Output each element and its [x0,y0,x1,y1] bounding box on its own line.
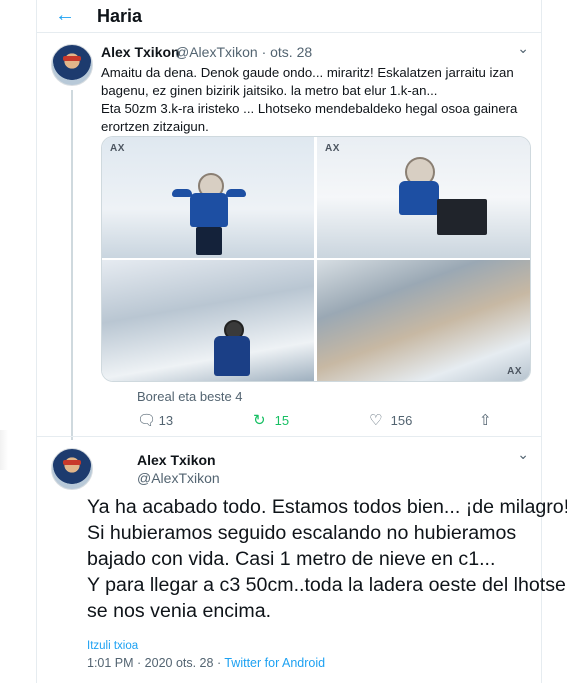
tagged-people[interactable]: Boreal eta beste 4 [137,389,243,404]
tweet-text-line: Ya ha acabado todo. Estamos todos bien..… [87,496,567,518]
thread-column: ← Haria Alex Txikon @AlexTxikon · ots. 2… [36,0,567,683]
more-button[interactable]: ⌄ [517,446,529,463]
divider [37,436,541,437]
photo-watermark: AX [325,143,340,154]
photo-2[interactable]: AX [317,137,530,258]
photo-1[interactable]: AX [102,137,314,258]
reply-button[interactable]: 🗨 13 [137,412,173,432]
climber-suit [190,193,228,227]
avatar[interactable] [51,448,93,490]
heart-icon: ♡ [369,412,383,429]
tweet-meta: 1:01 PM · 2020 ots. 28 · Twitter for And… [87,656,325,670]
tweet-text: Amaitu da dena. Denok gaude ondo... mira… [101,64,521,136]
tweet-text-line: erortzen zitzaigun. [101,119,209,134]
main-tweet-text: Ya ha acabado todo. Estamos todos bien..… [87,494,567,624]
photo-watermark: AX [110,143,125,154]
retweet-count: 15 [274,413,290,428]
left-margin [0,0,36,683]
backpack [437,199,487,235]
tweet-text-line: Amaitu da dena. Denok gaude ondo... mira… [101,65,514,80]
retweet-button[interactable]: ↻ 15 [253,412,289,432]
photo-grid: AX AX AX [101,136,531,382]
reply-count: 13 [158,413,174,428]
author-handle[interactable]: @AlexTxikon · ots. 28 [175,44,312,60]
climber-arm [172,189,192,197]
tweet-source[interactable]: Twitter for Android [224,656,325,670]
chevron-down-icon: ⌄ [517,446,529,462]
like-count: 156 [390,413,413,428]
chevron-down-icon: ⌄ [517,40,529,56]
thread-connector [71,90,73,440]
page-title: Haria [97,6,143,26]
climber-suit [214,336,250,376]
photo-3[interactable] [102,260,314,381]
translate-link[interactable]: Itzuli txioa [87,640,138,652]
tweet-text-line: Eta 50zm 3.k-ra iristeko ... Lhotseko me… [101,101,518,116]
tweet-text-line: bajado con vida. Casi 1 metro de nieve e… [87,548,496,570]
tweet-text-line: se nos venia encima. [87,600,272,622]
share-icon: ⇧ [479,412,492,429]
author-handle[interactable]: @AlexTxikon [137,470,220,486]
thread-header: ← Haria [37,0,541,33]
tweet-text-line: Y para llegar a c3 50cm..toda la ladera … [87,574,566,596]
climber-legs [196,227,222,255]
more-button[interactable]: ⌄ [517,40,529,57]
climber-suit [399,181,439,215]
tweet-text-line: Si hubieramos seguido escalando no hubie… [87,522,517,544]
tweet-actions: 🗨 13 ↻ 15 ♡ 156 ⇧ [137,412,517,432]
reply-icon: 🗨 [137,412,157,429]
arrow-left-icon: ← [55,4,75,26]
tweet-text-line: bagenu, ez ginen bizirik jaitsiko. la me… [101,83,438,98]
share-button[interactable]: ⇧ [479,412,497,432]
like-button[interactable]: ♡ 156 [369,412,412,432]
author-name[interactable]: Alex Txikon [137,452,216,468]
author-name[interactable]: Alex Txikon [101,44,180,60]
scroll-shadow [0,430,8,470]
avatar[interactable] [51,44,93,86]
photo-4[interactable]: AX [317,260,530,381]
retweet-icon: ↻ [253,412,266,429]
climber-arm [226,189,246,197]
back-button[interactable]: ← [53,4,77,26]
photo-watermark: AX [507,366,522,377]
tweet-timestamp[interactable]: 1:01 PM · 2020 ots. 28 · [87,656,224,670]
